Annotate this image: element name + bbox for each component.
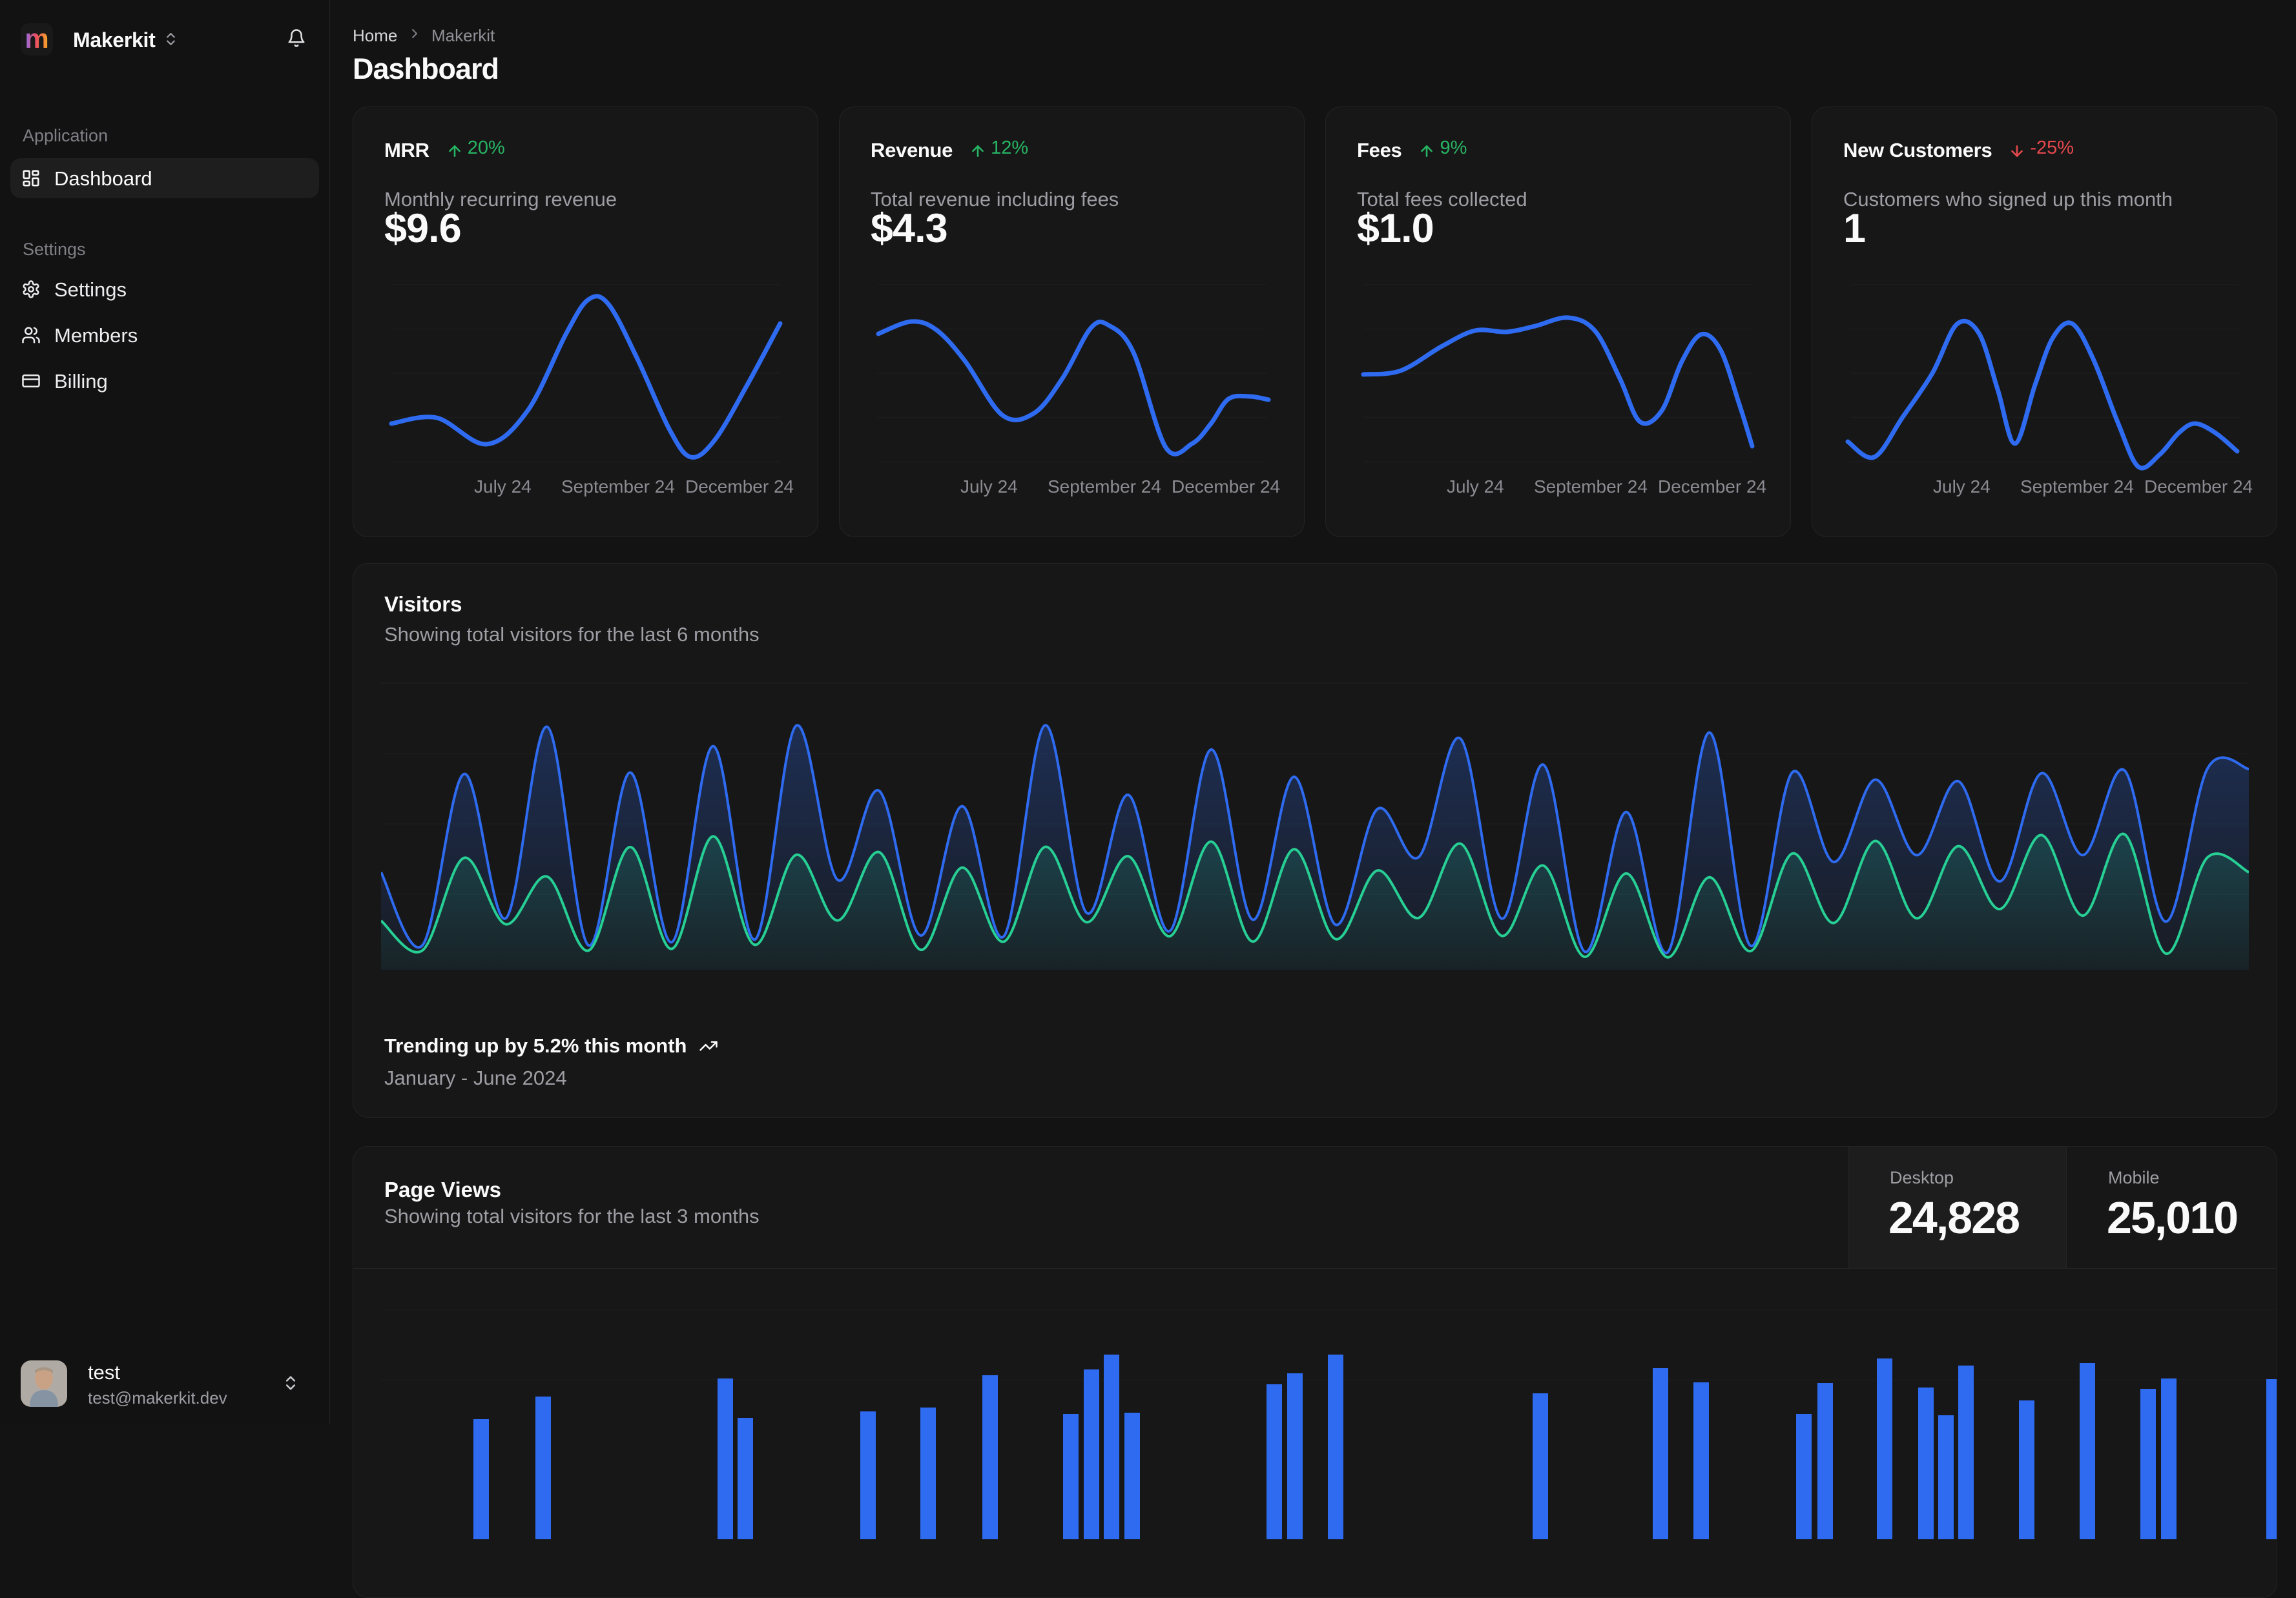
svg-text:m: m — [25, 23, 48, 54]
